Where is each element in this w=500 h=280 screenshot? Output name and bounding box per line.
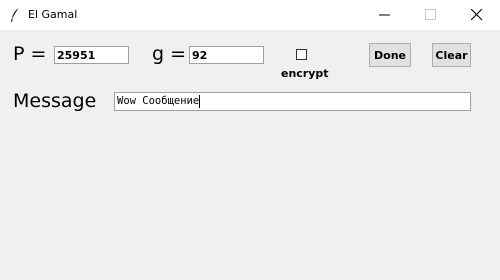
p-label: P = (13, 43, 47, 65)
g-label: g = (152, 43, 187, 65)
message-label: Message (13, 90, 97, 112)
minimize-button[interactable] (362, 0, 408, 30)
close-button[interactable] (454, 0, 500, 30)
maximize-icon (425, 9, 436, 20)
message-input[interactable]: Wow Сообщение (114, 92, 471, 111)
feather-icon (11, 7, 20, 22)
clear-button[interactable]: Clear (432, 43, 471, 67)
p-input[interactable]: 25951 (54, 46, 129, 64)
title-bar[interactable]: El Gamal (0, 0, 500, 30)
encrypt-checkbox[interactable] (296, 49, 307, 60)
g-input[interactable]: 92 (189, 46, 264, 64)
main-panel: P = 25951 g = 92 encrypt Done Clear Mess… (0, 30, 500, 280)
text-cursor (199, 95, 201, 108)
encrypt-label: encrypt (281, 67, 329, 80)
minimize-icon (379, 14, 390, 16)
message-text: Wow Сообщение (117, 95, 200, 107)
maximize-button[interactable] (408, 0, 454, 30)
window-title: El Gamal (28, 8, 78, 21)
done-button[interactable]: Done (369, 43, 411, 67)
close-icon (471, 9, 483, 21)
